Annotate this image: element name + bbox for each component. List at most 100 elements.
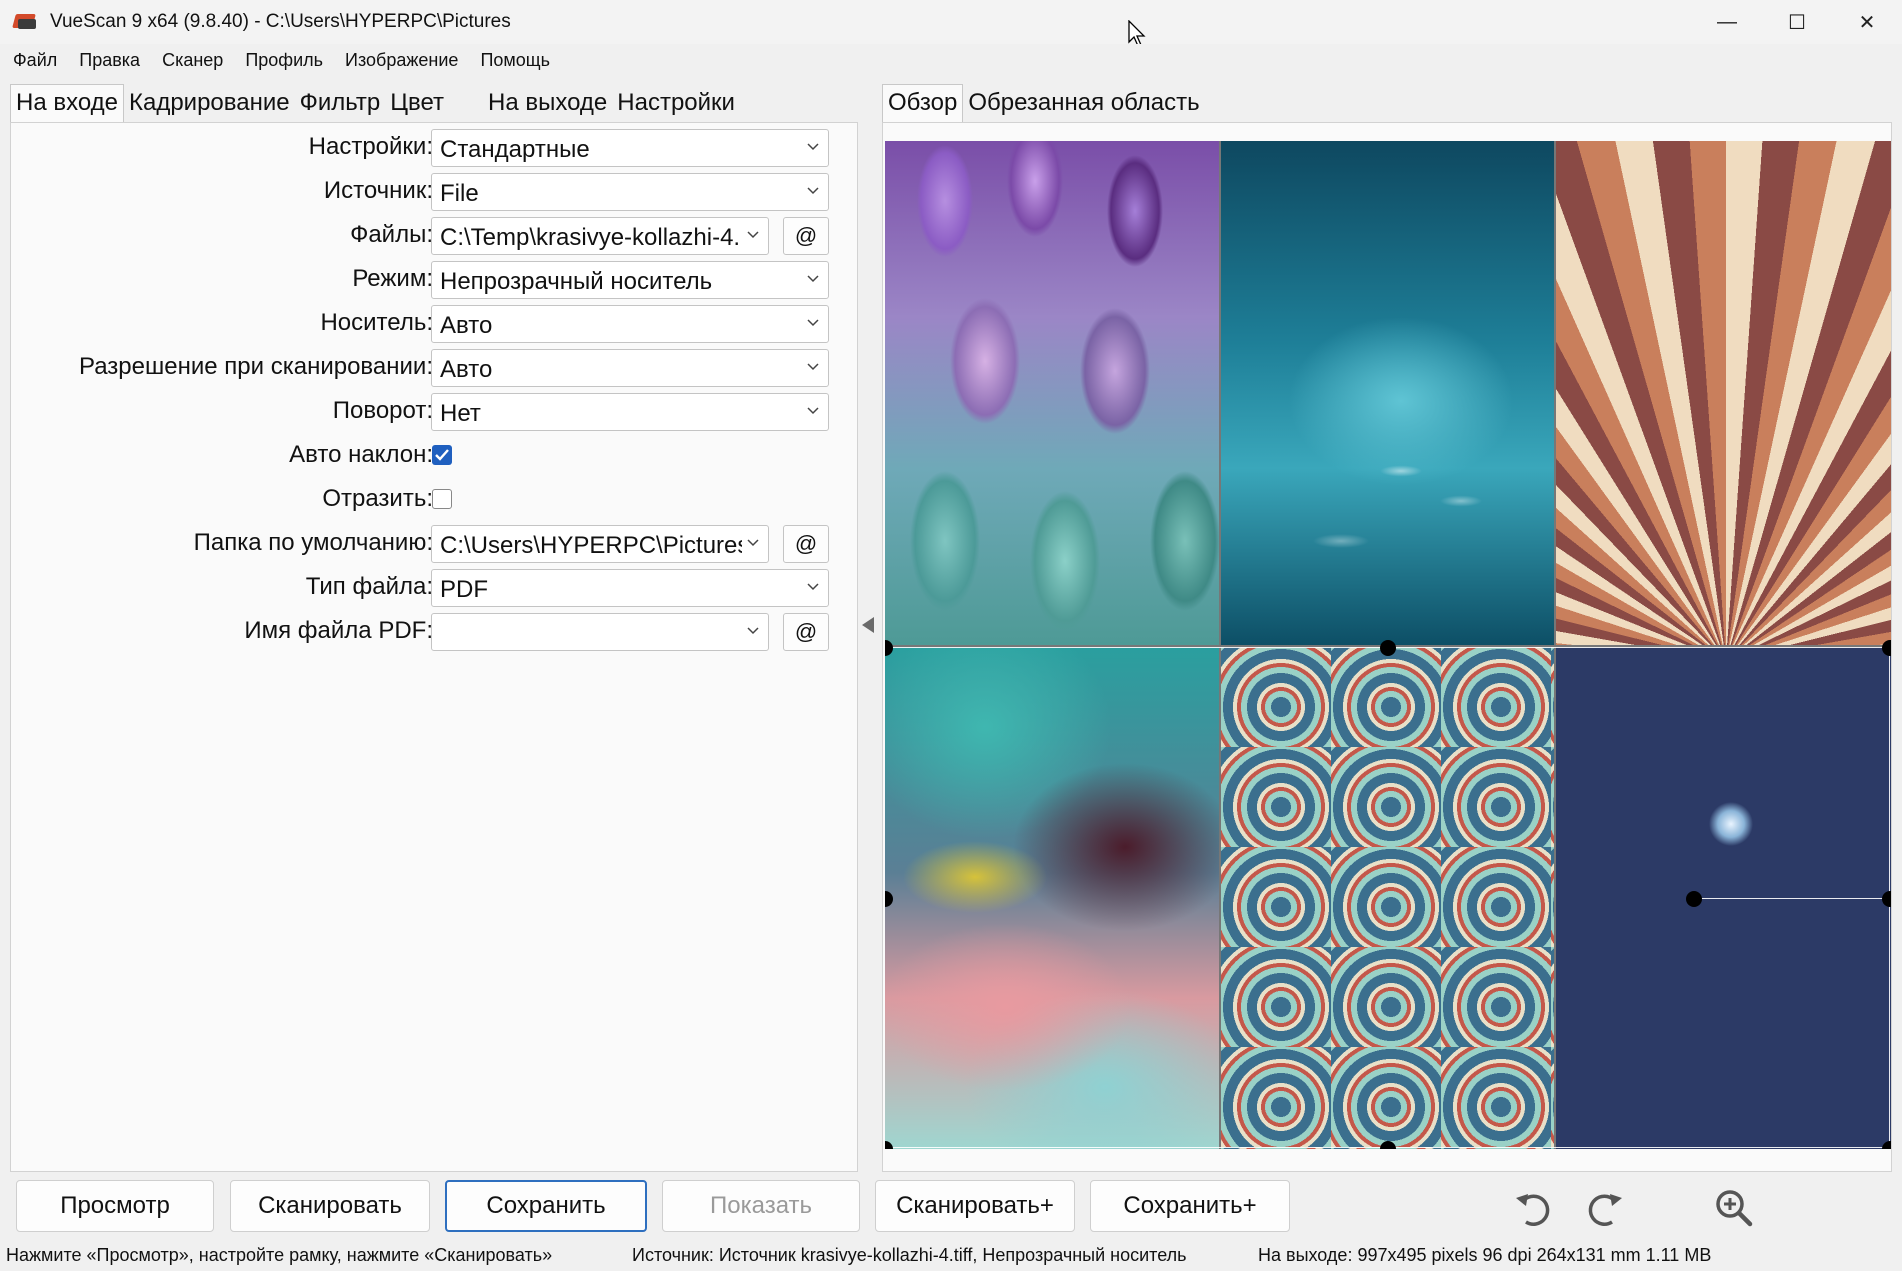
window-title: VueScan 9 x64 (9.8.40) - C:\Users\HYPERP…: [50, 11, 511, 32]
tab-input[interactable]: На входе: [10, 84, 124, 122]
media-label: Носитель:: [320, 309, 433, 336]
chevron-down-icon: [807, 275, 819, 283]
save-plus-button[interactable]: Сохранить+: [1090, 1180, 1290, 1232]
settings-tabs: На входе Кадрирование Фильтр Цвет На вых…: [10, 84, 740, 122]
status-source: Источник: Источник krasivye-kollazhi-4.t…: [632, 1245, 1187, 1265]
rotation-value: Нет: [440, 400, 481, 427]
default-folder-browse-button[interactable]: @: [783, 525, 829, 563]
status-output: На выходе: 997x495 pixels 96 dpi 264x131…: [1258, 1245, 1712, 1265]
scan-button[interactable]: Сканировать: [230, 1180, 430, 1232]
source-row: Источник: File: [11, 171, 859, 211]
crop-handle-center[interactable]: [1686, 891, 1702, 907]
mode-row: Режим: Непрозрачный носитель: [11, 259, 859, 299]
menu-edit[interactable]: Правка: [68, 50, 151, 71]
collage-tile-abstract-paint: [885, 647, 1219, 1149]
crop-handle-top[interactable]: [1380, 640, 1396, 656]
tab-prefs[interactable]: Настройки: [612, 85, 740, 122]
collage-tile-shells: [1221, 647, 1554, 1149]
resolution-row: Разрешение при сканировании: Авто: [11, 347, 859, 387]
rotate-right-icon[interactable]: [1582, 1186, 1626, 1230]
status-bar: Нажмите «Просмотр», настройте рамку, наж…: [0, 1240, 1902, 1271]
rotate-left-icon[interactable]: [1512, 1186, 1556, 1230]
crop-center-line: [1693, 898, 1891, 899]
settings-dropdown[interactable]: Стандартные: [431, 129, 829, 167]
default-folder-label: Папка по умолчанию:: [193, 529, 433, 556]
file-type-value: PDF: [440, 576, 488, 603]
vuescan-app-icon: [12, 11, 38, 33]
scan-plus-button[interactable]: Сканировать+: [875, 1180, 1075, 1232]
chevron-down-icon: [747, 539, 759, 547]
chevron-down-icon: [807, 319, 819, 327]
files-browse-button[interactable]: @: [783, 217, 829, 255]
source-value: File: [440, 180, 479, 207]
mirror-checkbox[interactable]: [432, 489, 452, 509]
menu-image[interactable]: Изображение: [334, 50, 469, 71]
collapse-left-icon[interactable]: [862, 617, 874, 633]
auto-skew-row: Авто наклон:: [11, 435, 859, 475]
menu-scanner[interactable]: Сканер: [151, 50, 234, 71]
chevron-down-icon: [747, 231, 759, 239]
resolution-dropdown[interactable]: Авто: [431, 349, 829, 387]
auto-skew-checkbox[interactable]: [432, 445, 452, 465]
media-row: Носитель: Авто: [11, 303, 859, 343]
menu-help[interactable]: Помощь: [469, 50, 561, 71]
checkmark-icon: [435, 449, 449, 461]
mode-dropdown[interactable]: Непрозрачный носитель: [431, 261, 829, 299]
chevron-down-icon: [747, 627, 759, 635]
tab-filter[interactable]: Фильтр: [295, 85, 386, 122]
minimize-button[interactable]: —: [1692, 0, 1762, 44]
collage-tile-rain-water: [1221, 141, 1554, 645]
zoom-in-icon[interactable]: [1712, 1186, 1756, 1230]
settings-value: Стандартные: [440, 136, 590, 163]
resolution-value: Авто: [440, 356, 493, 383]
preview-button[interactable]: Просмотр: [16, 1180, 214, 1232]
mirror-label: Отразить:: [322, 485, 433, 512]
tab-crop[interactable]: Кадрирование: [124, 85, 295, 122]
rotation-dropdown[interactable]: Нет: [431, 393, 829, 431]
chevron-down-icon: [807, 407, 819, 415]
crop-handle-right[interactable]: [1882, 891, 1891, 907]
files-dropdown[interactable]: C:\Temp\krasivye-kollazhi-4.: [431, 217, 769, 255]
input-settings-panel: Настройки: Стандартные Источник: File Фа…: [10, 122, 858, 1172]
media-dropdown[interactable]: Авто: [431, 305, 829, 343]
chevron-down-icon: [807, 363, 819, 371]
maximize-button[interactable]: ☐: [1762, 0, 1832, 44]
files-value: C:\Temp\krasivye-kollazhi-4.: [440, 224, 741, 251]
show-button[interactable]: Показать: [662, 1180, 860, 1232]
chevron-down-icon: [807, 187, 819, 195]
pdf-name-dropdown[interactable]: [431, 613, 769, 651]
source-dropdown[interactable]: File: [431, 173, 829, 211]
files-row: Файлы: C:\Temp\krasivye-kollazhi-4. @: [11, 215, 859, 255]
mode-value: Непрозрачный носитель: [440, 268, 713, 295]
menu-file[interactable]: Файл: [2, 50, 68, 71]
file-type-dropdown[interactable]: PDF: [431, 569, 829, 607]
files-label: Файлы:: [350, 221, 433, 248]
pdf-name-browse-button[interactable]: @: [783, 613, 829, 651]
auto-skew-label: Авто наклон:: [289, 441, 433, 468]
mode-label: Режим:: [352, 265, 433, 292]
save-button[interactable]: Сохранить: [445, 1180, 647, 1232]
preview-tabs: Обзор Обрезанная область: [882, 84, 1205, 122]
settings-label: Настройки:: [308, 133, 433, 160]
resolution-label: Разрешение при сканировании:: [79, 353, 433, 380]
close-button[interactable]: ✕: [1832, 0, 1902, 44]
pdf-name-label: Имя файла PDF:: [244, 617, 433, 644]
pdf-name-row: Имя файла PDF: @: [11, 611, 859, 651]
preview-image[interactable]: [885, 141, 1891, 1149]
file-type-label: Тип файла:: [305, 573, 433, 600]
tab-cropped-area[interactable]: Обрезанная область: [963, 85, 1204, 122]
mirror-row: Отразить:: [11, 479, 859, 519]
settings-row: Настройки: Стандартные: [11, 127, 859, 167]
default-folder-row: Папка по умолчанию: C:\Users\HYPERPC\Pic…: [11, 523, 859, 563]
tab-color[interactable]: Цвет: [385, 85, 449, 122]
file-type-row: Тип файла: PDF: [11, 567, 859, 607]
rotation-row: Поворот: Нет: [11, 391, 859, 431]
default-folder-dropdown[interactable]: C:\Users\HYPERPC\Pictures: [431, 525, 769, 563]
tab-output[interactable]: На выходе: [483, 85, 612, 122]
rotation-label: Поворот:: [332, 397, 433, 424]
crop-handle-top-right[interactable]: [1882, 640, 1891, 656]
tab-overview[interactable]: Обзор: [882, 84, 964, 122]
title-bar: VueScan 9 x64 (9.8.40) - C:\Users\HYPERP…: [0, 0, 1902, 44]
menu-profile[interactable]: Профиль: [234, 50, 334, 71]
default-folder-value: C:\Users\HYPERPC\Pictures: [440, 532, 742, 559]
